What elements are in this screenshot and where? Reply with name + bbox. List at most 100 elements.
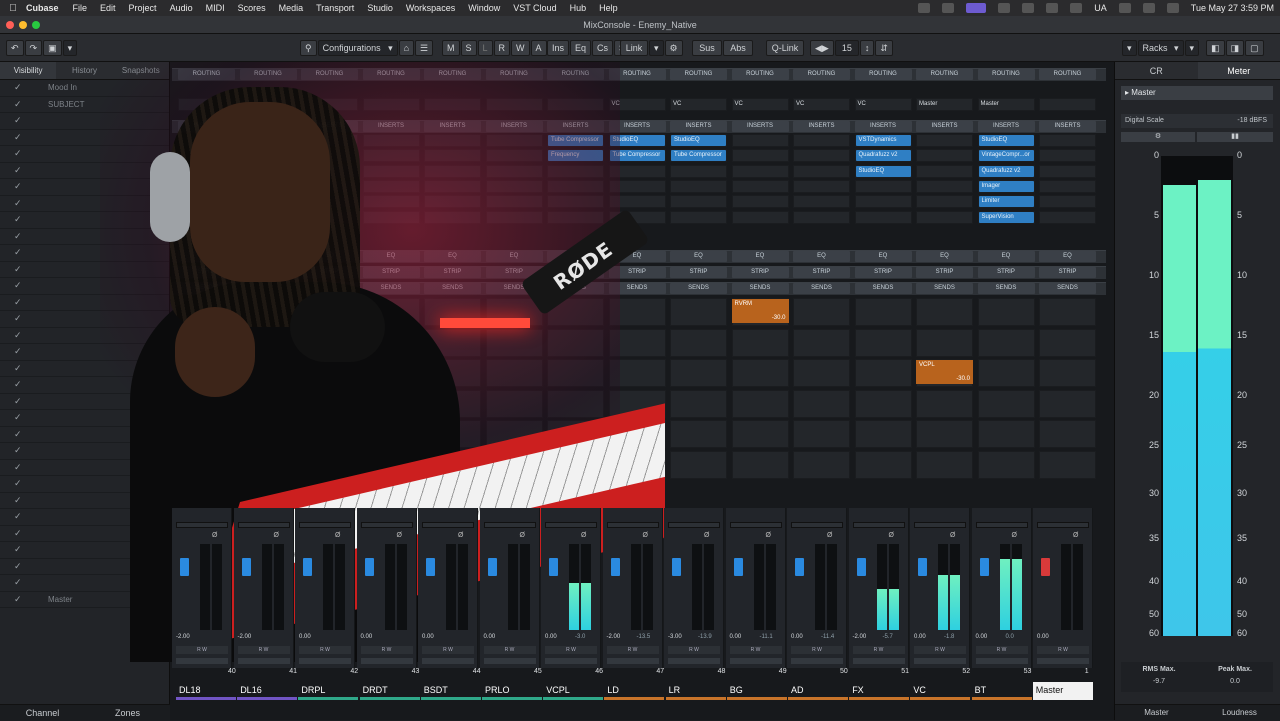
checkmark-icon[interactable]: ✓ (14, 528, 24, 539)
read-write-buttons[interactable]: R W (422, 646, 474, 654)
send-slot[interactable] (855, 420, 912, 448)
inserts-section-header[interactable]: INSERTS (793, 121, 850, 132)
send-slot[interactable] (978, 359, 1035, 387)
strip-section-header[interactable]: STRIP (424, 267, 481, 278)
send-slot[interactable] (240, 359, 297, 387)
insert-plugin[interactable]: Frequency (548, 150, 603, 161)
zoom-window-button[interactable] (32, 21, 40, 29)
visibility-row[interactable]: ✓ (0, 245, 169, 262)
insert-slot[interactable] (240, 211, 297, 224)
bypass-cs-button[interactable]: Cs (592, 40, 613, 56)
routing-output-field[interactable]: VC (670, 98, 727, 111)
checkmark-icon[interactable]: ✓ (14, 511, 24, 522)
send-slot[interactable] (301, 390, 358, 418)
visibility-row[interactable]: ✓ (0, 526, 169, 543)
routing-section-header[interactable]: ROUTING (547, 69, 604, 80)
read-write-buttons[interactable]: R W (176, 646, 228, 654)
send-slot[interactable] (670, 298, 727, 326)
insert-plugin[interactable]: VSTDynamics (856, 135, 911, 146)
sends-section-header[interactable]: SENDS (670, 283, 727, 294)
insert-slot[interactable] (670, 195, 727, 208)
routing-output-field[interactable]: VC (732, 98, 789, 111)
insert-slot[interactable] (178, 195, 235, 208)
channel-name-bt[interactable]: BT (972, 682, 1032, 700)
insert-slot[interactable] (547, 211, 604, 224)
monitor-icon[interactable] (1037, 658, 1089, 664)
menu-scores[interactable]: Scores (238, 3, 266, 13)
read-write-buttons[interactable]: R W (484, 646, 536, 654)
checkmark-icon[interactable]: ✓ (14, 346, 24, 357)
checkmark-icon[interactable]: ✓ (14, 396, 24, 407)
monitor-icon[interactable] (176, 658, 228, 664)
menu-midi[interactable]: MIDI (206, 3, 225, 13)
checkmark-icon[interactable]: ✓ (14, 99, 24, 110)
insert-slot[interactable] (424, 134, 481, 147)
send-slot[interactable] (793, 390, 850, 418)
sends-section-header[interactable]: SENDS (978, 283, 1035, 294)
routing-output-field[interactable] (363, 98, 420, 111)
fader-value[interactable]: -2.00 (853, 634, 867, 640)
send-slot[interactable] (1039, 329, 1096, 357)
read-write-buttons[interactable]: R W (791, 646, 843, 654)
send-slot[interactable] (178, 390, 235, 418)
insert-slot[interactable] (793, 180, 850, 193)
send-slot[interactable] (855, 329, 912, 357)
fader-value[interactable]: 0.00 (1037, 634, 1049, 640)
routing-output-field[interactable]: VC (793, 98, 850, 111)
automation-filter-button[interactable]: A (531, 40, 547, 56)
insert-slot[interactable] (301, 211, 358, 224)
insert-slot[interactable] (301, 180, 358, 193)
insert-slot[interactable] (916, 134, 973, 147)
phase-icon[interactable]: Ø (581, 532, 586, 539)
routing-output-field[interactable]: Master (978, 98, 1035, 111)
minimize-window-button[interactable] (19, 21, 27, 29)
checkmark-icon[interactable]: ✓ (14, 214, 24, 225)
channel-name-vcpl[interactable]: VCPL (543, 682, 603, 700)
insert-plugin[interactable]: StudioEQ (610, 135, 665, 146)
routing-section-header[interactable]: ROUTING (301, 69, 358, 80)
routing-section-header[interactable]: ROUTING (793, 69, 850, 80)
channel-name-lr[interactable]: LR (666, 682, 726, 700)
menu-project[interactable]: Project (129, 3, 157, 13)
channel-name-drdt[interactable]: DRDT (360, 682, 420, 700)
send-slot[interactable] (609, 420, 666, 448)
digital-scale-field[interactable]: Digital Scale-18 dBFS (1121, 114, 1273, 128)
sends-section-header[interactable]: SENDS (1039, 283, 1096, 294)
read-write-buttons[interactable]: R W (668, 646, 720, 654)
insert-slot[interactable] (916, 195, 973, 208)
q-link-button[interactable]: Q-Link (766, 40, 804, 56)
strip-section-header[interactable]: STRIP (609, 267, 666, 278)
strip-section-header[interactable]: STRIP (793, 267, 850, 278)
insert-slot[interactable] (240, 149, 297, 162)
phase-icon[interactable]: Ø (335, 532, 340, 539)
routing-output-field[interactable] (301, 98, 358, 111)
bypass-inserts-button[interactable]: Ins (547, 40, 569, 56)
send-slot[interactable] (547, 390, 604, 418)
read-write-buttons[interactable]: R W (1037, 646, 1089, 654)
zoom-stepper-icon[interactable]: ⇵ (875, 40, 893, 56)
send-slot[interactable] (732, 390, 789, 418)
fader-value[interactable]: 0.00 (730, 634, 742, 640)
inserts-section-header[interactable]: INSERTS (240, 121, 297, 132)
send-slot[interactable] (1039, 420, 1096, 448)
send-slot[interactable] (363, 359, 420, 387)
eq-section-header[interactable]: EQ (424, 251, 481, 262)
insert-plugin[interactable]: SuperVision (979, 212, 1034, 223)
tray-active-icon[interactable] (966, 3, 986, 13)
send-slot[interactable] (855, 359, 912, 387)
fader-value[interactable]: 0.00 (484, 634, 496, 640)
send-slot[interactable] (424, 298, 481, 326)
peak-value[interactable]: -1.8 (944, 634, 954, 640)
send-slot[interactable] (363, 390, 420, 418)
visibility-row[interactable]: ✓ (0, 476, 169, 493)
strip-section-header[interactable]: STRIP (670, 267, 727, 278)
send-slot[interactable] (855, 390, 912, 418)
insert-slot[interactable] (855, 211, 912, 224)
checkmark-icon[interactable]: ✓ (14, 264, 24, 275)
tab-control-room[interactable]: CR (1115, 62, 1198, 79)
visibility-row[interactable]: ✓ (0, 130, 169, 147)
send-slot[interactable] (916, 451, 973, 479)
insert-slot[interactable] (916, 149, 973, 162)
menu-workspaces[interactable]: Workspaces (406, 3, 455, 13)
inserts-section-header[interactable]: INSERTS (732, 121, 789, 132)
